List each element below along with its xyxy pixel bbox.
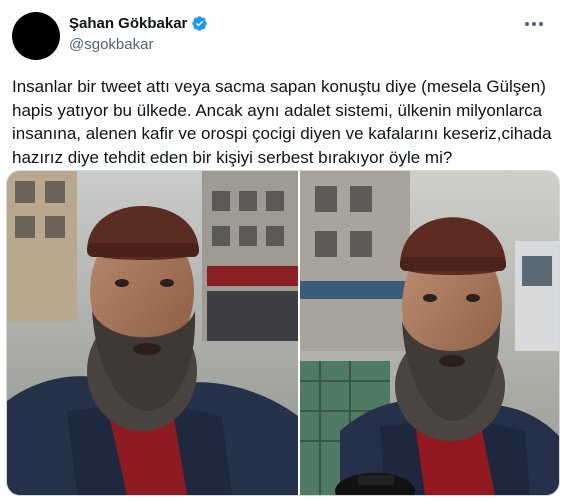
tweet-photo-left[interactable]	[7, 171, 298, 495]
author-display-name[interactable]: Şahan Gökbakar	[69, 15, 187, 32]
verified-badge-icon	[191, 15, 208, 32]
man-photo-street-right	[300, 171, 559, 495]
tweet-text: Insanlar bir tweet attı veya sacma sapan…	[12, 77, 552, 167]
man-photo-street-left	[7, 171, 298, 495]
author-handle[interactable]: @sgokbakar	[69, 36, 153, 53]
avatar[interactable]	[12, 12, 60, 60]
author-name-row: Şahan Gökbakar	[69, 15, 208, 32]
tweet-photo-right[interactable]	[300, 171, 559, 495]
more-dots-icon[interactable]	[522, 14, 546, 34]
tweet-media[interactable]	[6, 170, 560, 496]
